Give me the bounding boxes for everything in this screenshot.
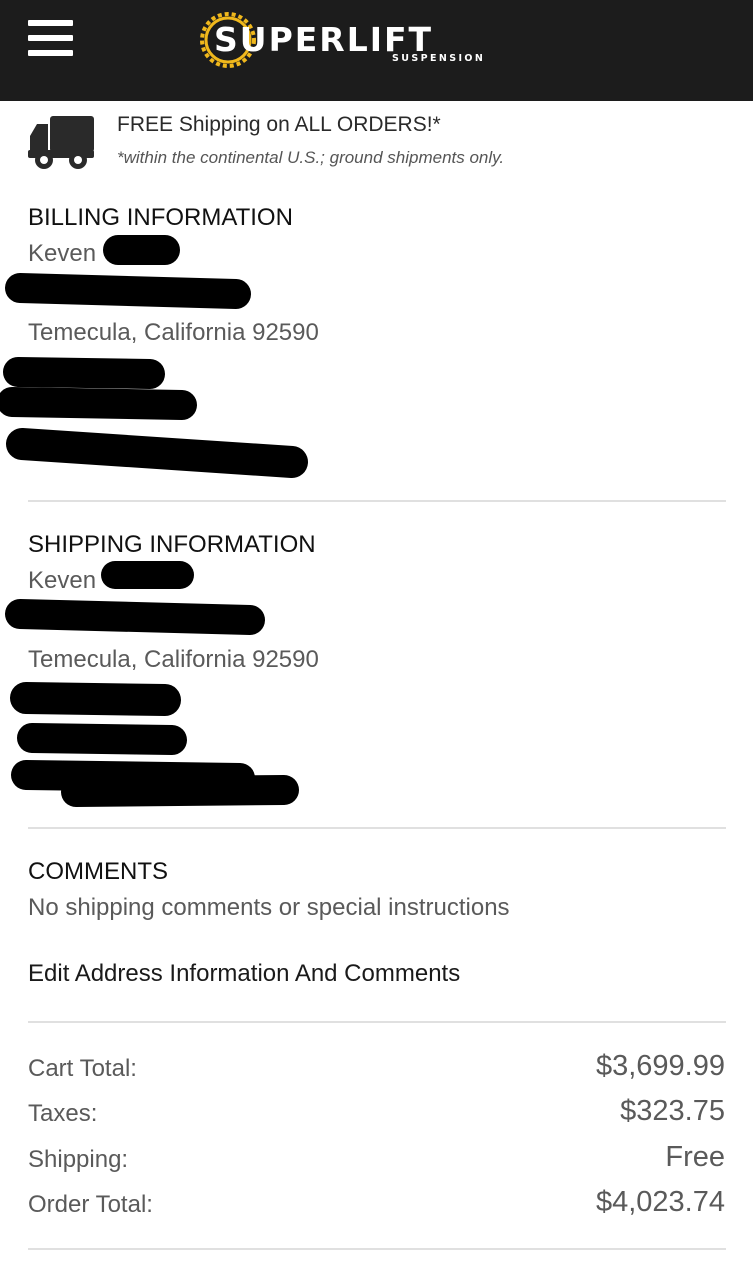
site-header: SUPERLIFT SUSPENSION bbox=[0, 0, 753, 101]
logo-subtext: SUSPENSION bbox=[392, 53, 486, 64]
redaction-stroke bbox=[6, 428, 308, 478]
comments-text: No shipping comments or special instruct… bbox=[28, 894, 510, 921]
order-total-value: $4,023.74 bbox=[595, 1186, 725, 1218]
shipping-title: SHIPPING INFORMATION bbox=[28, 531, 316, 558]
billing-city-line: Temecula, California 92590 bbox=[28, 319, 319, 346]
redaction-stroke bbox=[3, 357, 165, 389]
shipping-city-line: Temecula, California 92590 bbox=[28, 646, 319, 673]
hamburger-menu-icon[interactable] bbox=[28, 18, 74, 58]
comments-title: COMMENTS bbox=[28, 858, 168, 885]
free-shipping-title: FREE Shipping on ALL ORDERS!* bbox=[117, 113, 441, 136]
redaction-stroke bbox=[0, 387, 197, 420]
redaction-stroke bbox=[5, 599, 265, 635]
redaction-stroke bbox=[5, 273, 251, 309]
shipping-name: Keven bbox=[28, 567, 97, 594]
billing-name: Keven bbox=[28, 240, 97, 267]
taxes-label: Taxes: bbox=[28, 1100, 98, 1127]
truck-icon bbox=[28, 116, 94, 169]
divider bbox=[28, 1248, 726, 1250]
superlift-logo[interactable]: SUPERLIFT SUSPENSION bbox=[198, 10, 508, 70]
cart-total-label: Cart Total: bbox=[28, 1055, 137, 1082]
divider bbox=[28, 1021, 726, 1023]
billing-title: BILLING INFORMATION bbox=[28, 204, 293, 231]
redaction-stroke bbox=[11, 760, 255, 793]
order-total-label: Order Total: bbox=[28, 1191, 153, 1218]
edit-address-link[interactable]: Edit Address Information And Comments bbox=[28, 960, 460, 988]
redaction-stroke bbox=[17, 723, 187, 755]
divider bbox=[28, 500, 726, 502]
divider bbox=[28, 827, 726, 829]
shipping-cost-label: Shipping: bbox=[28, 1146, 129, 1173]
cart-total-value: $3,699.99 bbox=[595, 1050, 725, 1082]
free-shipping-note: *within the continental U.S.; ground shi… bbox=[117, 148, 505, 167]
redaction-stroke bbox=[10, 682, 181, 716]
redaction-marks bbox=[0, 235, 308, 807]
taxes-value: $323.75 bbox=[620, 1095, 725, 1127]
redaction-stroke bbox=[61, 775, 299, 807]
shipping-cost-value: Free bbox=[665, 1141, 725, 1173]
